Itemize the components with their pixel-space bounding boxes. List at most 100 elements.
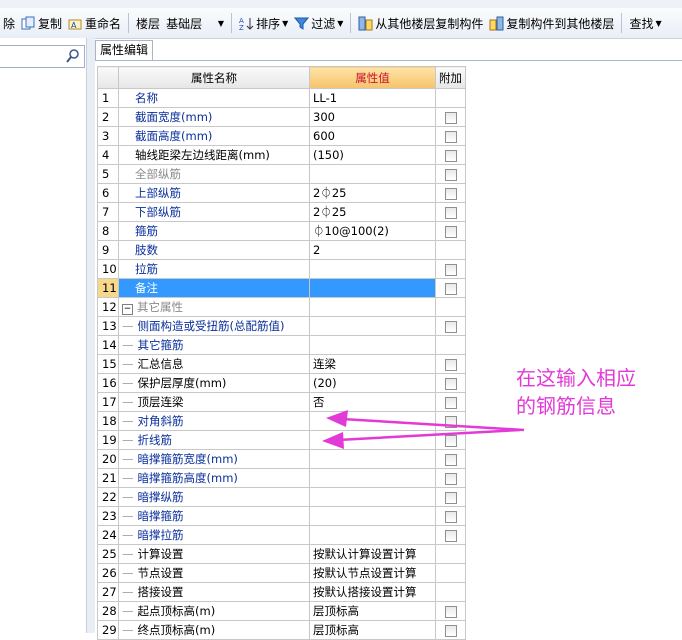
property-name-cell[interactable]: 拉筋 — [118, 259, 310, 279]
property-name-cell[interactable]: — 对角斜筋 — [118, 411, 310, 431]
property-name-cell[interactable]: — 起点顶标高(m) — [118, 601, 310, 621]
property-name-cell[interactable]: 备注 — [118, 278, 310, 298]
property-value-cell[interactable]: 2⏀25 — [309, 183, 436, 203]
table-row[interactable]: 24— 暗撑拉筋 — [97, 525, 466, 545]
filter-button[interactable]: 过滤 ▼ — [291, 11, 346, 35]
row-number[interactable]: 7 — [97, 202, 119, 222]
property-name-cell[interactable]: 轴线距梁左边线距离(mm) — [118, 145, 310, 165]
property-value-cell[interactable]: 连梁 — [309, 354, 436, 374]
tab-property-edit[interactable]: 属性编辑 — [95, 40, 154, 60]
property-value-cell[interactable]: (20) — [309, 373, 436, 393]
row-number[interactable]: 23 — [97, 506, 119, 526]
property-value-cell[interactable]: ⏀10@100(2) — [309, 221, 436, 241]
property-value-cell[interactable] — [309, 335, 436, 355]
property-name-cell[interactable]: — 折线筋 — [118, 430, 310, 450]
table-row[interactable]: 6 上部纵筋 2⏀25 — [97, 183, 466, 203]
row-number[interactable]: 16 — [97, 373, 119, 393]
row-number[interactable]: 17 — [97, 392, 119, 412]
table-row[interactable]: 12− 其它属性 — [97, 297, 466, 317]
table-row[interactable]: 1 名称 LL-1 — [97, 88, 466, 108]
property-name-cell[interactable]: — 其它箍筋 — [118, 335, 310, 355]
table-row[interactable]: 20— 暗撑箍筋宽度(mm) — [97, 449, 466, 469]
attach-checkbox[interactable] — [444, 358, 457, 371]
copy-to-other-floor-button[interactable]: 复制构件到其他楼层 — [486, 11, 617, 35]
table-row[interactable]: 23— 暗撑箍筋 — [97, 506, 466, 526]
property-value-cell[interactable]: LL-1 — [309, 88, 436, 108]
property-name-cell[interactable]: 截面宽度(mm) — [118, 107, 310, 127]
floor-select[interactable]: 基础层 ▼ — [163, 12, 227, 34]
property-name-cell[interactable]: — 暗撑拉筋 — [118, 525, 310, 545]
property-name-cell[interactable]: — 保护层厚度(mm) — [118, 373, 310, 393]
attach-checkbox[interactable] — [444, 149, 457, 162]
property-value-cell[interactable] — [309, 316, 436, 336]
row-number[interactable]: 20 — [97, 449, 119, 469]
property-name-cell[interactable]: — 暗撑箍筋宽度(mm) — [118, 449, 310, 469]
row-number[interactable]: 11 — [97, 278, 119, 298]
attach-checkbox[interactable] — [444, 130, 457, 143]
row-number[interactable]: 28 — [97, 601, 119, 621]
row-number[interactable]: 10 — [97, 259, 119, 279]
table-row[interactable]: 29— 终点顶标高(m) 层顶标高 — [97, 620, 466, 640]
row-number[interactable]: 13 — [97, 316, 119, 336]
attach-checkbox[interactable] — [444, 263, 457, 276]
property-name-cell[interactable]: — 计算设置 — [118, 544, 310, 564]
table-row[interactable]: 28— 起点顶标高(m) 层顶标高 — [97, 601, 466, 621]
table-row[interactable]: 21— 暗撑箍筋高度(mm) — [97, 468, 466, 488]
property-value-cell[interactable] — [309, 449, 436, 469]
property-name-cell[interactable]: — 暗撑纵筋 — [118, 487, 310, 507]
row-number[interactable]: 29 — [97, 620, 119, 640]
property-value-cell[interactable] — [309, 525, 436, 545]
row-number[interactable]: 14 — [97, 335, 119, 355]
table-row[interactable]: 22— 暗撑纵筋 — [97, 487, 466, 507]
attach-checkbox[interactable] — [444, 168, 457, 181]
property-value-cell[interactable]: 600 — [309, 126, 436, 146]
row-number[interactable]: 27 — [97, 582, 119, 602]
attach-checkbox[interactable] — [444, 491, 457, 504]
property-name-cell[interactable]: — 搭接设置 — [118, 582, 310, 602]
property-name-cell[interactable]: — 汇总信息 — [118, 354, 310, 374]
sort-button[interactable]: AZ 排序 ▼ — [236, 11, 291, 35]
attach-checkbox[interactable] — [444, 453, 457, 466]
property-value-header[interactable]: 属性值 — [309, 66, 436, 89]
table-row[interactable]: 15— 汇总信息 连梁 — [97, 354, 466, 374]
table-row[interactable]: 17— 顶层连梁否 — [97, 392, 466, 412]
property-name-cell[interactable]: 下部纵筋 — [118, 202, 310, 222]
attach-checkbox[interactable] — [444, 529, 457, 542]
row-number[interactable]: 12 — [97, 297, 119, 317]
attach-checkbox[interactable] — [444, 434, 457, 447]
property-value-cell[interactable] — [309, 259, 436, 279]
property-value-cell[interactable]: 按默认搭接设置计算 — [309, 582, 436, 602]
row-number[interactable]: 24 — [97, 525, 119, 545]
property-value-cell[interactable]: 层顶标高 — [309, 601, 436, 621]
collapse-icon[interactable]: − — [122, 304, 133, 315]
table-row[interactable]: 2 截面宽度(mm) 300 — [97, 107, 466, 127]
copy-button[interactable]: 复制 — [18, 11, 65, 35]
row-number[interactable]: 19 — [97, 430, 119, 450]
rename-button[interactable]: A 重命名 — [65, 11, 124, 35]
row-number[interactable]: 18 — [97, 411, 119, 431]
attach-header[interactable]: 附加 — [435, 66, 466, 89]
property-value-cell[interactable]: 按默认节点设置计算 — [309, 563, 436, 583]
table-row[interactable]: 25— 计算设置 按默认计算设置计算 — [97, 544, 466, 564]
property-value-cell[interactable]: 否 — [309, 392, 436, 412]
property-name-cell[interactable]: — 终点顶标高(m) — [118, 620, 310, 640]
attach-checkbox[interactable] — [444, 225, 457, 238]
property-value-cell[interactable] — [309, 487, 436, 507]
attach-checkbox[interactable] — [444, 111, 457, 124]
pane-splitter[interactable] — [87, 38, 95, 633]
property-name-cell[interactable]: 全部纵筋 — [118, 164, 310, 184]
table-row[interactable]: 13— 侧面构造或受扭筋(总配筋值) — [97, 316, 466, 336]
property-name-cell[interactable]: — 侧面构造或受扭筋(总配筋值) — [118, 316, 310, 336]
property-value-cell[interactable] — [309, 278, 436, 298]
attach-checkbox[interactable] — [444, 624, 457, 637]
attach-checkbox[interactable] — [444, 377, 457, 390]
table-row[interactable]: 4 轴线距梁左边线距离(mm) (150) — [97, 145, 466, 165]
row-number[interactable]: 6 — [97, 183, 119, 203]
property-name-cell[interactable]: — 暗撑箍筋高度(mm) — [118, 468, 310, 488]
property-value-cell[interactable]: 2⏀25 — [309, 202, 436, 222]
attach-checkbox[interactable] — [444, 605, 457, 618]
property-name-cell[interactable]: — 暗撑箍筋 — [118, 506, 310, 526]
property-name-cell[interactable]: − 其它属性 — [118, 297, 310, 317]
table-row[interactable]: 3 截面高度(mm) 600 — [97, 126, 466, 146]
table-row[interactable]: 26— 节点设置 按默认节点设置计算 — [97, 563, 466, 583]
